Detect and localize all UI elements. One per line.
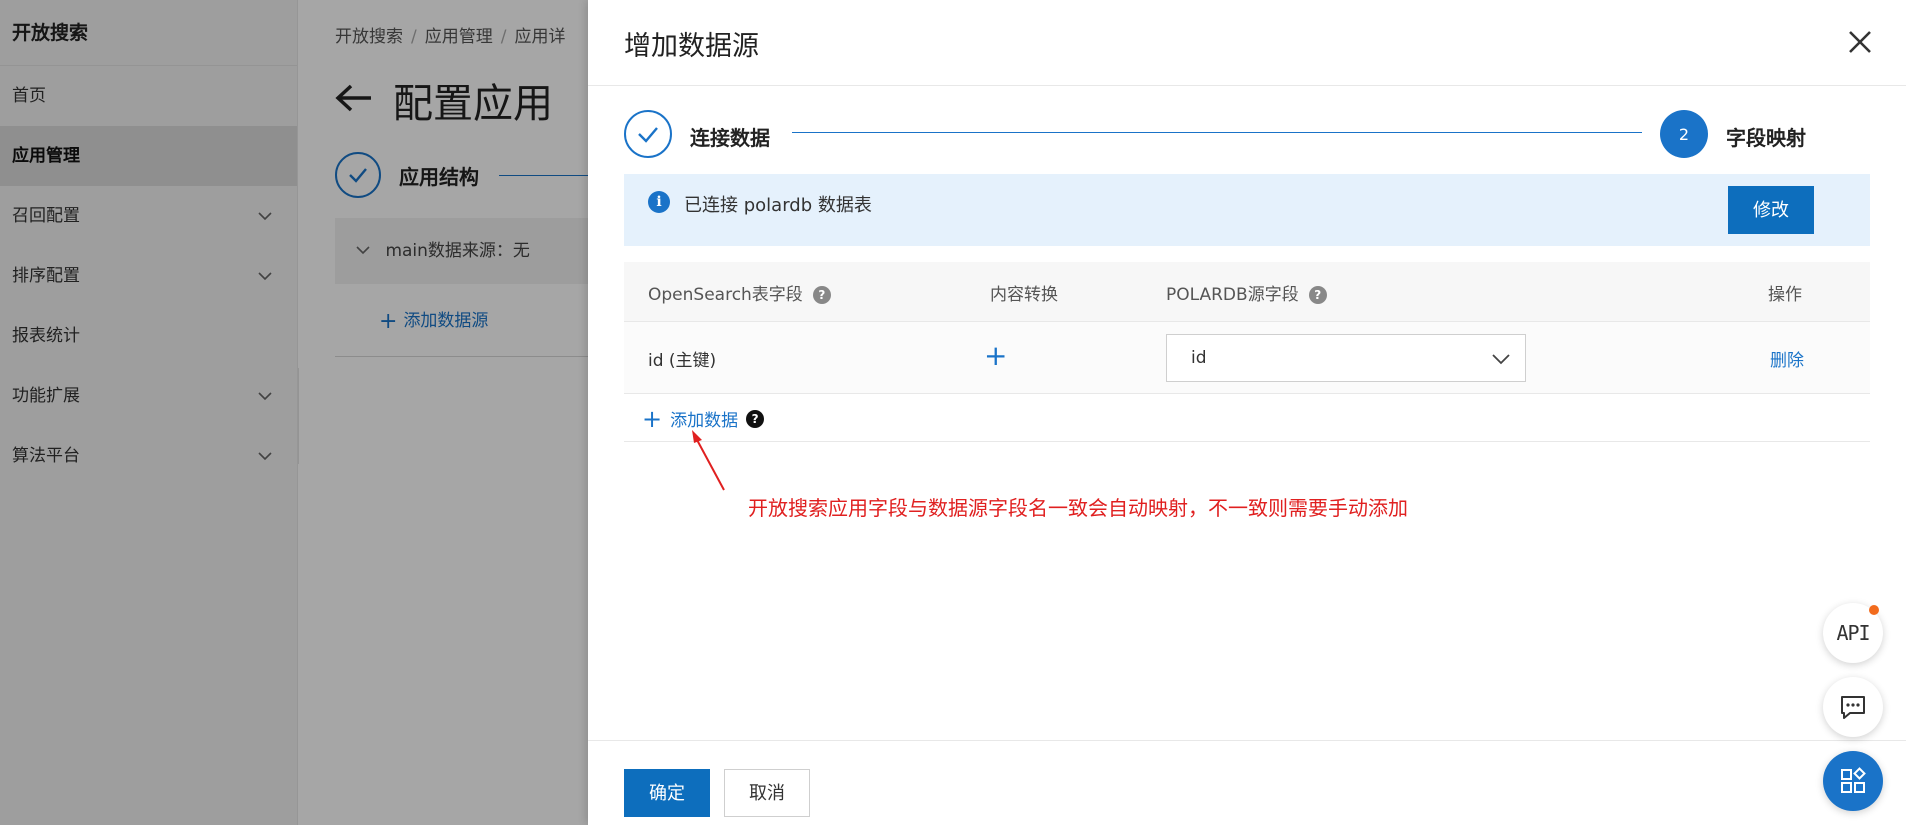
cancel-button[interactable]: 取消 [724, 769, 810, 817]
apps-button[interactable] [1823, 751, 1883, 811]
source-field-select[interactable]: id [1166, 334, 1526, 382]
step-connector [792, 132, 1642, 133]
api-label: API [1836, 621, 1870, 645]
apps-grid-icon [1841, 767, 1866, 793]
table-header: OpenSearch表字段? 内容转换 POLARDB源字段? 操作 [624, 262, 1870, 322]
source-field-value: id [1191, 348, 1207, 368]
add-data-row: + 添加数据 ? [624, 394, 1870, 442]
chat-icon [1841, 696, 1865, 719]
plus-icon: + [642, 404, 663, 433]
notification-dot [1869, 605, 1879, 615]
step-label-connect-data: 连接数据 [690, 126, 770, 150]
drawer-title: 增加数据源 [624, 31, 759, 62]
confirm-button[interactable]: 确定 [624, 769, 710, 817]
step-number: 2 [1660, 110, 1708, 158]
add-datasource-drawer: 增加数据源 连接数据 2 字段映射 i 已连接 polardb 数据表 修改 O… [588, 0, 1906, 825]
help-icon[interactable]: ? [812, 286, 831, 304]
opensearch-field: id (主键) [648, 351, 717, 371]
drawer-footer: 确定 取消 [588, 740, 1906, 825]
annotation-arrow-icon [692, 430, 725, 491]
help-icon[interactable]: ? [1308, 286, 1327, 304]
chevron-down-icon [1491, 349, 1511, 369]
column-header: 操作 [1768, 285, 1802, 305]
column-header: POLARDB源字段? [1166, 280, 1327, 305]
modify-button[interactable]: 修改 [1728, 186, 1814, 234]
delete-link[interactable]: 删除 [1770, 346, 1804, 371]
add-conversion-plus-icon[interactable]: + [984, 342, 1007, 370]
info-text: 已连接 polardb 数据表 [684, 195, 872, 216]
column-header: OpenSearch表字段? [648, 280, 831, 305]
annotation-text: 开放搜索应用字段与数据源字段名一致会自动映射，不一致则需要手动添加 [748, 496, 1408, 520]
chat-button[interactable] [1823, 677, 1883, 737]
help-icon[interactable]: ? [746, 409, 765, 428]
drawer-header: 增加数据源 [588, 0, 1906, 86]
steps-indicator: 连接数据 2 字段映射 [624, 110, 1884, 160]
column-header: 内容转换 [990, 285, 1058, 305]
info-icon: i [648, 191, 670, 213]
api-button[interactable]: API [1823, 603, 1883, 663]
field-mapping-table: OpenSearch表字段? 内容转换 POLARDB源字段? 操作 id (主… [624, 262, 1870, 442]
check-icon [624, 110, 672, 158]
close-icon[interactable] [1840, 22, 1880, 62]
info-alert: i 已连接 polardb 数据表 修改 [624, 174, 1870, 246]
step-label-field-mapping: 字段映射 [1726, 126, 1806, 150]
table-row: id (主键) + id 删除 [624, 322, 1870, 394]
